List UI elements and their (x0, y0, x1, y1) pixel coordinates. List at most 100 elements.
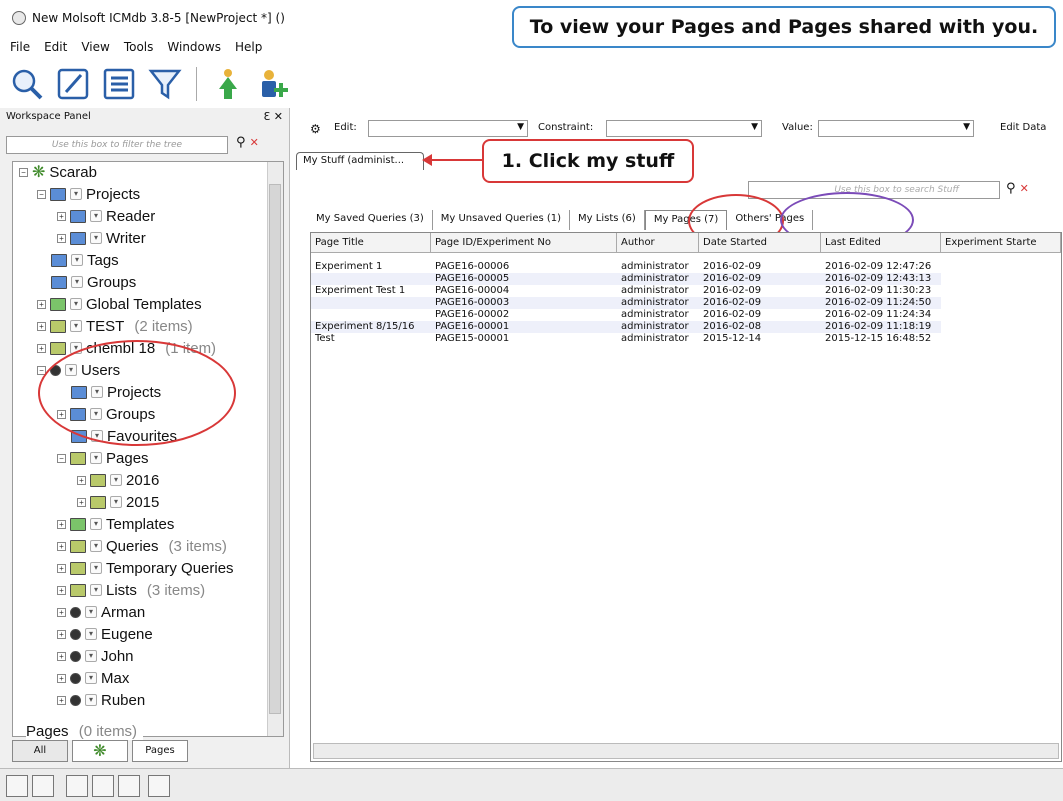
tree-node-tags[interactable]: ▾ Tags (51, 250, 119, 270)
tab-my-saved-queries[interactable]: My Saved Queries (3) (308, 210, 433, 230)
column-header-page-title[interactable]: Page Title (311, 233, 431, 252)
tree-node-pages[interactable]: − ▾ Pages (57, 448, 149, 468)
settings-icon[interactable]: ⚙ (310, 122, 321, 136)
edit-combo[interactable]: ▼ (368, 120, 528, 137)
chevron-down-icon[interactable]: ▾ (90, 562, 102, 574)
status-settings-icon[interactable] (6, 775, 28, 797)
tree-node-projects[interactable]: − ▾ Projects (37, 184, 140, 204)
chevron-down-icon[interactable]: ▾ (85, 650, 97, 662)
expand-icon[interactable]: + (57, 233, 66, 243)
menu-tools[interactable]: Tools (124, 40, 154, 58)
column-header-page-id[interactable]: Page ID/Experiment No (431, 233, 617, 252)
tab-my-unsaved-queries[interactable]: My Unsaved Queries (1) (433, 210, 571, 230)
edit-icon[interactable] (54, 65, 92, 103)
tree-node-reader[interactable]: + ▾ Reader (57, 206, 155, 226)
list-icon[interactable] (100, 65, 138, 103)
tree-node-groups[interactable]: ▾ Groups (51, 272, 136, 292)
stuff-search-icon[interactable]: ⚲ ✕ (1006, 181, 1029, 196)
tree-node-scarab[interactable]: − ❋ Scarab (19, 162, 97, 182)
chevron-down-icon[interactable]: ▾ (85, 628, 97, 640)
expand-icon[interactable]: + (57, 629, 66, 639)
collapse-icon[interactable]: − (19, 167, 28, 177)
tab-pages[interactable]: Pages (132, 740, 188, 762)
tree-scroll-thumb[interactable] (269, 184, 281, 714)
tree-node-global-templates[interactable]: + ▾ Global Templates (37, 294, 202, 314)
expand-icon[interactable]: + (57, 541, 66, 551)
table-row[interactable]: PAGE16-00003 administrator 2016-02-09 20… (311, 297, 941, 309)
table-horizontal-scrollbar[interactable] (313, 743, 1059, 759)
chevron-down-icon[interactable]: ▾ (90, 210, 102, 222)
chevron-down-icon[interactable]: ▾ (90, 584, 102, 596)
expand-icon[interactable]: + (57, 651, 66, 661)
column-header-last-edited[interactable]: Last Edited (821, 233, 941, 252)
status-grid-icon[interactable] (32, 775, 54, 797)
filter-search-icon[interactable]: ⚲ ✕ (236, 135, 259, 150)
tree-node-2015[interactable]: + ▾ 2015 (77, 492, 159, 512)
table-row[interactable]: Experiment 1 PAGE16-00006 administrator … (311, 261, 941, 273)
chevron-down-icon[interactable]: ▾ (71, 276, 83, 288)
expand-icon[interactable]: + (57, 695, 66, 705)
chevron-down-icon[interactable]: ▾ (110, 496, 122, 508)
chevron-down-icon[interactable]: ▾ (70, 188, 82, 200)
chevron-down-icon[interactable]: ▾ (85, 606, 97, 618)
expand-icon[interactable]: + (57, 585, 66, 595)
tree-node-queries[interactable]: + ▾ Queries (3 items) (57, 536, 227, 556)
tree-node-max[interactable]: + ▾ Max (57, 668, 129, 688)
edit-data-button[interactable]: Edit Data (1000, 122, 1046, 133)
tree-scrollbar[interactable] (267, 162, 283, 736)
expand-icon[interactable]: + (57, 607, 66, 617)
chevron-down-icon[interactable]: ▾ (71, 254, 83, 266)
expand-icon[interactable]: + (57, 563, 66, 573)
tab-bug[interactable]: ❋ (72, 740, 128, 762)
panel-close-icons[interactable]: Ɛ ✕ (264, 110, 283, 123)
table-row[interactable]: PAGE16-00002 administrator 2016-02-09 20… (311, 309, 941, 321)
collapse-icon[interactable]: − (57, 453, 66, 463)
menu-windows[interactable]: Windows (167, 40, 221, 58)
tab-my-lists[interactable]: My Lists (6) (570, 210, 645, 230)
tree-node-john[interactable]: + ▾ John (57, 646, 134, 666)
pages-summary[interactable]: Pages (0 items) (26, 723, 144, 740)
expand-icon[interactable]: + (37, 321, 46, 331)
tree-node-test[interactable]: + ▾ TEST (2 items) (37, 316, 193, 336)
status-window-icon[interactable] (92, 775, 114, 797)
constraint-combo[interactable]: ▼ (606, 120, 762, 137)
expand-icon[interactable]: + (57, 673, 66, 683)
tree-node-writer[interactable]: + ▾ Writer (57, 228, 146, 248)
tree-node-templates[interactable]: + ▾ Templates (57, 514, 174, 534)
value-combo[interactable]: ▼ (818, 120, 974, 137)
table-row[interactable]: Experiment Test 1 PAGE16-00004 administr… (311, 285, 941, 297)
column-header-author[interactable]: Author (617, 233, 699, 252)
expand-icon[interactable]: + (77, 497, 86, 507)
tab-my-stuff[interactable]: My Stuff (administ... (296, 152, 424, 170)
upload-icon[interactable] (209, 65, 247, 103)
table-row[interactable]: Test PAGE15-00001 administrator 2015-12-… (311, 333, 941, 345)
tab-all[interactable]: All (12, 740, 68, 762)
collapse-icon[interactable]: − (37, 189, 46, 199)
stuff-search-clear-icon[interactable]: ✕ (1020, 182, 1029, 195)
tree-filter-input[interactable]: Use this box to filter the tree (6, 136, 228, 154)
tree-node-arman[interactable]: + ▾ Arman (57, 602, 145, 622)
menu-file[interactable]: File (10, 40, 30, 58)
tree-node-lists[interactable]: + ▾ Lists (3 items) (57, 580, 205, 600)
chevron-down-icon[interactable]: ▾ (90, 452, 102, 464)
expand-icon[interactable]: + (57, 211, 66, 221)
table-row[interactable]: Experiment 8/15/16 PAGE16-00001 administ… (311, 321, 941, 333)
chevron-down-icon[interactable]: ▾ (90, 232, 102, 244)
tree-node-eugene[interactable]: + ▾ Eugene (57, 624, 153, 644)
expand-icon[interactable]: + (37, 299, 46, 309)
chevron-down-icon[interactable]: ▾ (90, 540, 102, 552)
chevron-down-icon[interactable]: ▾ (90, 518, 102, 530)
tree-node-2016[interactable]: + ▾ 2016 (77, 470, 159, 490)
add-user-icon[interactable] (255, 65, 293, 103)
status-gear-icon[interactable] (148, 775, 170, 797)
column-header-date-started[interactable]: Date Started (699, 233, 821, 252)
chevron-down-icon[interactable]: ▾ (70, 320, 82, 332)
chevron-down-icon[interactable]: ▾ (85, 694, 97, 706)
status-table-icon[interactable] (118, 775, 140, 797)
expand-icon[interactable]: + (37, 343, 46, 353)
expand-icon[interactable]: + (77, 475, 86, 485)
filter-icon[interactable] (146, 65, 184, 103)
menu-view[interactable]: View (81, 40, 109, 58)
tree-node-ruben[interactable]: + ▾ Ruben (57, 690, 145, 710)
tree-node-temporary-queries[interactable]: + ▾ Temporary Queries (57, 558, 234, 578)
